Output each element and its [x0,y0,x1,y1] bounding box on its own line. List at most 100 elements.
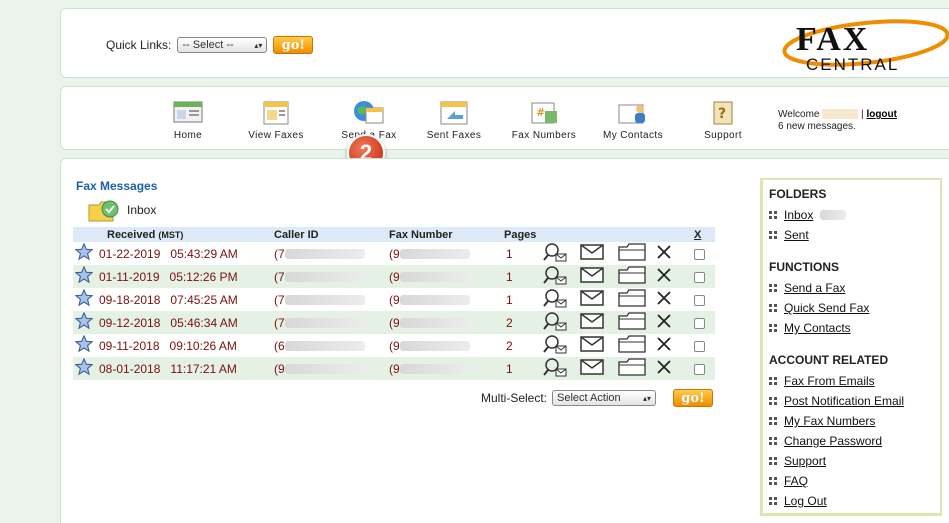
grip-icon [769,417,777,425]
move-folder-icon[interactable] [616,242,654,265]
col-pages[interactable]: Pages [502,227,540,242]
sidebar-item-my-fax-numbers[interactable]: My Fax Numbers [769,411,934,431]
welcome-text: Welcome [778,109,820,120]
nav-view-faxes[interactable]: View Faxes [236,99,316,141]
fax-number: (9 [389,338,400,353]
received-time: 05:43:29 AM [170,246,238,261]
row-checkbox[interactable] [694,271,705,283]
home-icon [173,101,203,123]
delete-icon[interactable] [654,334,692,357]
move-folder-icon[interactable] [616,311,654,334]
row-checkbox[interactable] [694,248,705,260]
grip-icon [769,211,777,219]
nav-sent-faxes[interactable]: Sent Faxes [414,99,494,141]
nav-fax-numbers[interactable]: # Fax Numbers [504,99,584,141]
move-folder-icon[interactable] [616,357,654,380]
caller-id-redacted [284,295,365,306]
functions-heading: FUNCTIONS [769,260,839,274]
grip-icon [769,437,777,445]
svg-text:#: # [536,106,546,119]
sidebar-item-my-contacts[interactable]: My Contacts [769,318,934,338]
sidebar-item-faq[interactable]: FAQ [769,471,934,491]
support-icon: ? [713,101,733,125]
nav-home[interactable]: Home [148,99,228,141]
table-row[interactable]: 01-22-2019 05:43:29 AM (7 (9 1 [73,242,715,265]
page-title: Fax Messages [76,179,158,193]
sidebar-item-quick-send-fax[interactable]: Quick Send Fax [769,298,934,318]
delete-icon[interactable] [654,265,692,288]
view-fax-icon[interactable] [540,334,578,357]
nav-home-label: Home [173,130,203,141]
delete-all-x[interactable]: X [692,227,715,242]
email-fax-icon[interactable] [578,311,616,334]
received-date: 09-12-2018 [99,315,161,330]
sidebar-item-support[interactable]: Support [769,451,934,471]
view-fax-icon[interactable] [540,288,578,311]
logout-link[interactable]: logout [866,109,897,120]
col-fax-number[interactable]: Fax Number [387,227,502,242]
current-folder-label: Inbox [127,203,157,217]
view-fax-icon[interactable] [540,242,578,265]
sidebar-item-log-out[interactable]: Log Out [769,491,934,511]
updown-arrow-icon: ▴▾ [643,393,652,403]
star-icon[interactable] [73,265,97,288]
email-fax-icon[interactable] [578,242,616,265]
fax-numbers-icon: # [531,102,557,124]
view-fax-icon[interactable] [540,357,578,380]
logo-text-bottom: CENTRAL [806,55,899,73]
welcome-block: Welcome | logout 6 new messages. [778,109,897,132]
move-folder-icon[interactable] [616,334,654,357]
col-received[interactable]: Received (MST) [97,227,272,242]
table-row[interactable]: 09-18-2018 07:45:25 AM (7 (9 1 [73,288,715,311]
table-row[interactable]: 08-01-2018 11:17:21 AM (9 (9 1 [73,357,715,380]
sent-faxes-icon [440,101,468,125]
star-icon[interactable] [73,242,97,265]
view-fax-icon[interactable] [540,311,578,334]
fax-number-redacted [399,295,470,306]
star-icon[interactable] [73,288,97,311]
sidebar-item-change-password[interactable]: Change Password [769,431,934,451]
row-checkbox[interactable] [694,294,705,306]
table-row[interactable]: 09-11-2018 09:10:26 AM (6 (9 2 [73,334,715,357]
multi-select-go-button[interactable]: go! [673,389,714,407]
email-fax-icon[interactable] [578,334,616,357]
col-caller-id[interactable]: Caller ID [272,227,387,242]
row-checkbox[interactable] [694,363,705,375]
row-checkbox[interactable] [694,340,705,352]
nav-support[interactable]: ? Support [683,99,763,141]
fax-number: (9 [389,361,400,376]
logo-text-top: FAX [796,21,869,58]
updown-arrow-icon: ▴▾ [254,40,263,50]
email-fax-icon[interactable] [578,357,616,380]
sidebar-item-fax-from-emails[interactable]: Fax From Emails [769,371,934,391]
move-folder-icon[interactable] [616,288,654,311]
row-checkbox[interactable] [694,317,705,329]
fax-number: (9 [389,246,400,261]
star-icon[interactable] [73,311,97,334]
quick-links-go-button[interactable]: go! [273,36,314,54]
sidebar-item-sent[interactable]: Sent [769,225,934,245]
folder-icon [88,200,119,222]
star-icon[interactable] [73,357,97,380]
nav-my-contacts[interactable]: My Contacts [593,99,673,141]
quick-links-select[interactable]: -- Select -- ▴▾ [177,37,268,53]
select-action-dropdown[interactable]: Select Action ▴▾ [552,390,657,406]
star-icon[interactable] [73,334,97,357]
table-row[interactable]: 09-12-2018 05:46:34 AM (7 (9 2 [73,311,715,334]
pages-count: 1 [506,292,513,307]
move-folder-icon[interactable] [616,265,654,288]
delete-icon[interactable] [654,288,692,311]
sidebar-item-send-fax[interactable]: Send a Fax [769,278,934,298]
email-fax-icon[interactable] [578,288,616,311]
pages-count: 1 [502,265,540,288]
email-fax-icon[interactable] [578,265,616,288]
quick-links: Quick Links: -- Select -- ▴▾ go! [106,36,314,54]
sidebar-item-post-notification-email[interactable]: Post Notification Email [769,391,934,411]
delete-icon[interactable] [654,357,692,380]
delete-icon[interactable] [654,242,692,265]
view-fax-icon[interactable] [540,265,578,288]
table-row[interactable]: 01-11-2019 05:12:26 PM (7 (9 1 [73,265,715,288]
delete-icon[interactable] [654,311,692,334]
sidebar-item-inbox[interactable]: Inbox [769,205,934,225]
quick-links-select-value: -- Select -- [182,39,234,51]
